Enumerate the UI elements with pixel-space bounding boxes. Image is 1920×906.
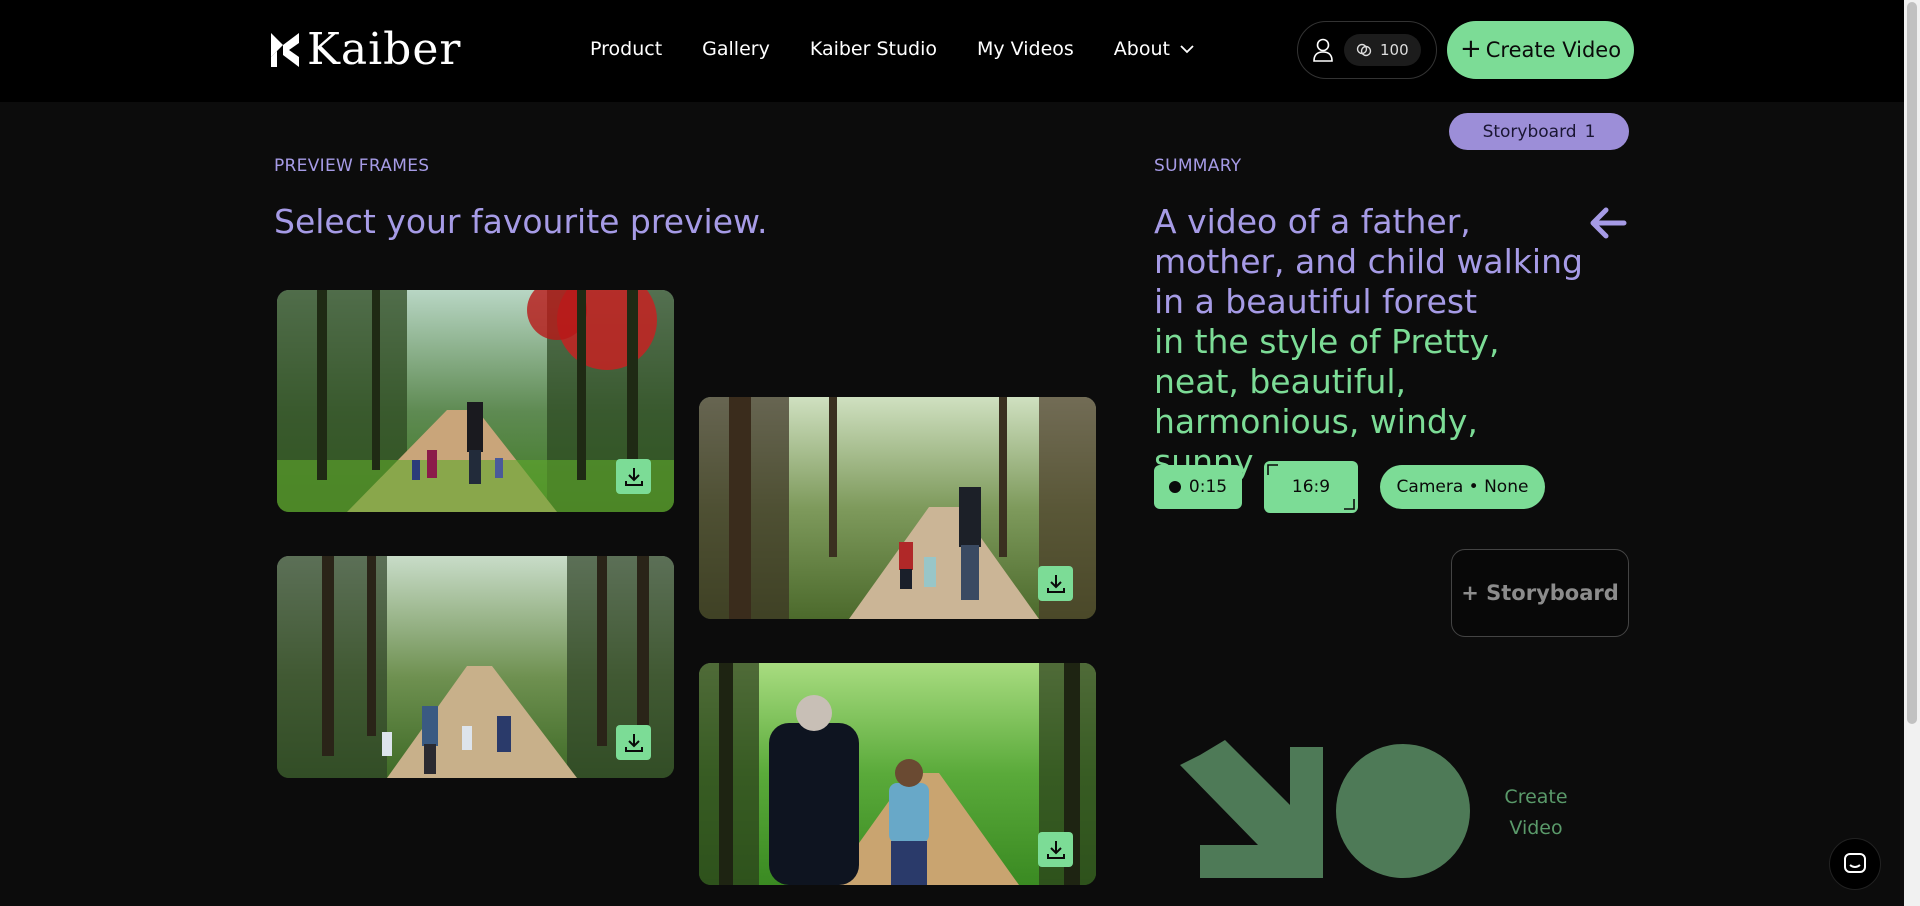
create-video-text[interactable]: Create Video [1500, 782, 1572, 844]
preview-headline: Select your favourite preview. [274, 202, 768, 241]
preview-frames-label: PREVIEW FRAMES [274, 156, 430, 176]
record-dot-icon [1168, 481, 1181, 493]
download-icon [1046, 574, 1065, 593]
download-icon [1046, 840, 1065, 859]
storyboard-badge-count: 1 [1584, 121, 1596, 142]
download-button[interactable] [1038, 832, 1073, 867]
duration-chip[interactable]: 0:15 [1154, 465, 1242, 509]
camera-value: Camera • None [1396, 477, 1529, 497]
video-word: Video [1509, 817, 1563, 839]
nav-my-videos[interactable]: My Videos [977, 38, 1074, 60]
coins-icon [1356, 43, 1372, 57]
credits-pill: 100 [1344, 34, 1421, 66]
nav-about-label: About [1113, 38, 1170, 60]
add-storyboard-button[interactable]: + Storyboard [1451, 549, 1629, 637]
top-navigation-bar: Kaiber Product Gallery Kaiber Studio My … [0, 0, 1904, 102]
summary-text: A video of a father, mother, and child w… [1154, 202, 1584, 482]
camera-chip[interactable]: Camera • None [1380, 465, 1545, 509]
chat-support-button[interactable] [1829, 838, 1881, 890]
arrow-left-icon[interactable] [1588, 205, 1628, 241]
preview-frame-2[interactable] [699, 397, 1096, 619]
forest-preview-image [699, 397, 1096, 619]
forest-preview-image [277, 290, 674, 512]
arrow-down-right-icon [1180, 740, 1323, 878]
preview-frame-1[interactable] [277, 290, 674, 512]
plus-icon: + [1459, 33, 1482, 64]
style-text: in the style of Pretty, neat, beautiful,… [1154, 322, 1500, 481]
page-scrollbar[interactable] [1904, 0, 1920, 906]
create-video-graphic[interactable] [1180, 740, 1500, 880]
chat-icon [1844, 853, 1866, 873]
kaiber-logo[interactable]: Kaiber [269, 28, 461, 72]
nav-product[interactable]: Product [590, 38, 662, 60]
prompt-text: A video of a father, mother, and child w… [1154, 202, 1583, 321]
download-button[interactable] [616, 725, 651, 760]
create-video-label: Create Video [1485, 38, 1622, 62]
download-button[interactable] [1038, 566, 1073, 601]
add-storyboard-label: + Storyboard [1461, 581, 1619, 605]
crop-frame-icon [1267, 464, 1355, 510]
chevron-down-icon [1180, 44, 1194, 53]
logo-wordmark: Kaiber [307, 24, 462, 75]
nav-kaiber-studio[interactable]: Kaiber Studio [810, 38, 937, 60]
user-icon[interactable] [1312, 38, 1334, 62]
aspect-ratio-chip[interactable]: 16:9 [1264, 461, 1358, 513]
preview-frame-4[interactable] [699, 663, 1096, 885]
create-video-button[interactable]: + Create Video [1447, 21, 1634, 79]
circle-shape [1336, 744, 1470, 878]
scrollbar-thumb[interactable] [1907, 2, 1917, 724]
storyboard-badge-label: Storyboard [1482, 121, 1577, 142]
forest-preview-image [277, 556, 674, 778]
download-icon [624, 733, 643, 752]
credits-count: 100 [1380, 41, 1409, 59]
storyboard-badge[interactable]: Storyboard 1 [1449, 113, 1629, 150]
nav-about[interactable]: About [1114, 38, 1194, 60]
nav-gallery[interactable]: Gallery [702, 38, 770, 60]
forest-preview-image [699, 663, 1096, 885]
create-word: Create [1504, 786, 1568, 808]
summary-label: SUMMARY [1154, 156, 1242, 176]
download-button[interactable] [616, 459, 651, 494]
kaiber-logo-icon [271, 33, 299, 67]
account-credits[interactable]: 100 [1297, 21, 1437, 79]
duration-value: 0:15 [1188, 477, 1228, 497]
preview-frame-3[interactable] [277, 556, 674, 778]
main-nav: Product Gallery Kaiber Studio My Videos … [590, 38, 1194, 60]
download-icon [624, 467, 643, 486]
